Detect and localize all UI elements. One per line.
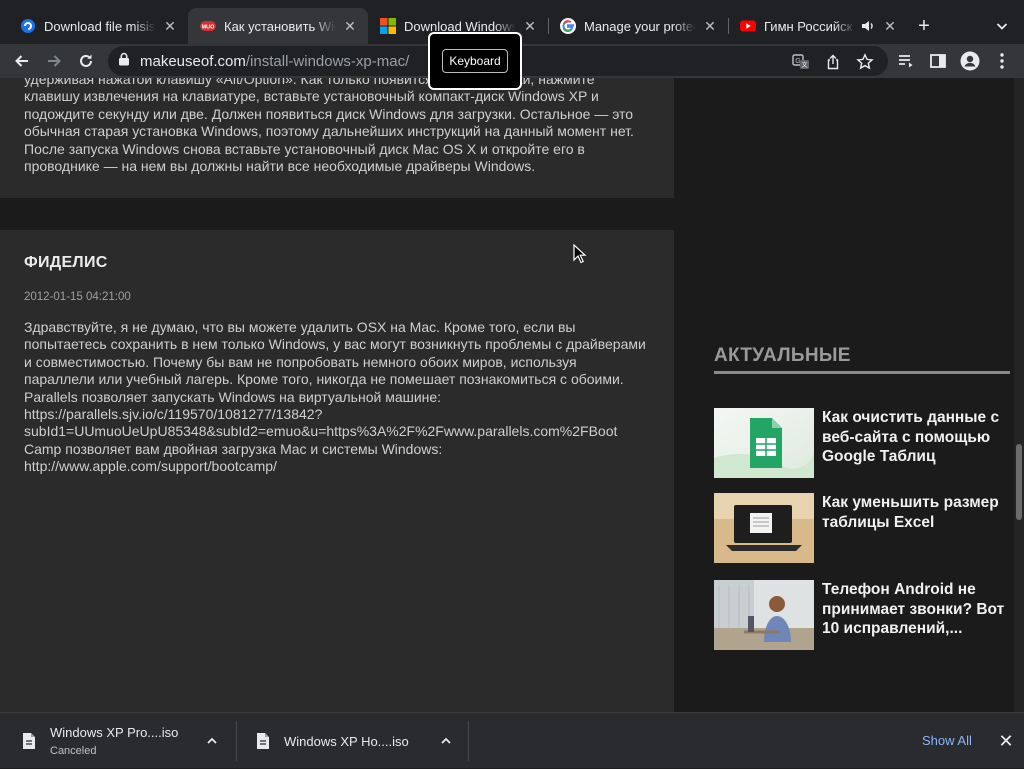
chevron-up-icon[interactable] [204, 733, 220, 749]
tab-label: Download file misis y [44, 18, 156, 34]
share-icon[interactable] [824, 53, 842, 71]
man-on-phone-thumbnail[interactable] [714, 580, 814, 650]
page-scrollbar[interactable] [1014, 78, 1024, 712]
comment-author: ФИДЕЛИС [24, 254, 108, 271]
chevron-down-icon[interactable] [990, 14, 1014, 38]
profile-icon[interactable] [960, 51, 980, 71]
download-status: Canceled [50, 745, 97, 757]
windows-logo-icon [380, 18, 396, 34]
speaker-icon[interactable] [860, 18, 876, 34]
close-icon[interactable]: ✕ [996, 731, 1016, 751]
chevron-up-icon[interactable] [438, 733, 454, 749]
comment-card: ФИДЕЛИС 2012-01-15 04:21:00 Здравствуйте… [0, 230, 674, 712]
page-content[interactable]: удерживая нажатой клавишу «Alt/Option». … [0, 78, 1024, 712]
close-tab-icon[interactable]: ✕ [342, 18, 358, 34]
close-tab-icon[interactable]: ✕ [162, 18, 178, 34]
laptop-thumbnail[interactable] [714, 493, 814, 563]
close-tab-icon[interactable]: ✕ [522, 18, 538, 34]
tab-label: Manage your protec [584, 18, 696, 34]
kebab-menu-icon[interactable] [992, 51, 1012, 71]
download-filename: Windows XP Pro....iso [50, 725, 179, 740]
muo-logo-icon: MUO [200, 18, 216, 34]
lock-icon[interactable] [118, 52, 130, 71]
side-panel-icon[interactable] [928, 51, 948, 71]
tab-label: Гимн Российск [764, 18, 856, 34]
trending-item[interactable]: Как очистить данные с веб-сайта с помощь… [714, 408, 1010, 478]
svg-text:G: G [795, 58, 800, 65]
download-item[interactable]: Windows XP Pro....iso Canceled [22, 713, 232, 769]
youtube-icon [740, 18, 756, 34]
trending-heading: АКТУАЛЬНЫЕ [714, 345, 851, 366]
mouse-cursor-icon [573, 244, 587, 264]
comment-date: 2012-01-15 04:21:00 [24, 291, 131, 303]
trending-title[interactable]: Телефон Android не принимает звонки? Вот… [822, 580, 1014, 639]
back-arrow-icon[interactable] [8, 47, 36, 75]
google-sheets-thumbnail[interactable] [714, 408, 814, 478]
sidebar: АКТУАЛЬНЫЕ Как очистить данные с веб-сай… [674, 78, 1014, 712]
keyboard-tooltip: Keyboard [428, 32, 522, 90]
url-text: makeuseof.com/install-windows-xp-mac/ [140, 52, 410, 70]
tab-download-file[interactable]: Download file misis y ✕ [8, 8, 189, 44]
show-all-button[interactable]: Show All [912, 731, 982, 750]
comment-body: удерживая нажатой клавишу «Alt/Option». … [24, 78, 634, 175]
close-tab-icon[interactable]: ✕ [702, 18, 718, 34]
download-item[interactable]: Windows XP Ho....iso [256, 713, 442, 769]
scrollbar-thumb[interactable] [1016, 444, 1022, 520]
bookmark-star-icon[interactable] [856, 53, 874, 71]
tooltip-label: Keyboard [442, 49, 508, 73]
tab-anthem-youtube[interactable]: Гимн Российск ✕ [728, 8, 908, 44]
blue-swirl-icon [20, 18, 36, 34]
reload-icon[interactable] [72, 47, 100, 75]
file-icon [257, 733, 269, 749]
svg-text:MUO: MUO [202, 25, 216, 31]
tab-manage-protection[interactable]: Manage your protec ✕ [548, 8, 729, 44]
trending-title[interactable]: Как очистить данные с веб-сайта с помощь… [822, 408, 1014, 467]
downloads-bar: Windows XP Pro....iso Canceled Windows X… [0, 712, 1024, 768]
tab-label: Как установить Win [224, 18, 336, 34]
divider [714, 371, 1010, 374]
file-icon [23, 733, 35, 749]
close-tab-icon[interactable]: ✕ [882, 18, 898, 34]
tab-active-install-windows[interactable]: MUO Как установить Win ✕ [188, 8, 368, 44]
forward-arrow-icon[interactable] [40, 47, 68, 75]
trending-item[interactable]: Телефон Android не принимает звонки? Вот… [714, 580, 1010, 650]
media-queue-icon[interactable] [896, 51, 916, 71]
comment-body: Здравствуйте, я не думаю, что вы можете … [24, 319, 646, 475]
google-icon [560, 18, 576, 34]
translate-icon[interactable]: G文 [792, 53, 810, 71]
trending-item[interactable]: Как уменьшить размер таблицы Excel [714, 493, 1010, 563]
svg-text:文: 文 [801, 61, 807, 69]
previous-comment: удерживая нажатой клавишу «Alt/Option». … [0, 78, 674, 198]
download-filename: Windows XP Ho....iso [284, 733, 409, 749]
trending-title[interactable]: Как уменьшить размер таблицы Excel [822, 493, 1014, 532]
new-tab-button[interactable]: + [912, 14, 936, 38]
